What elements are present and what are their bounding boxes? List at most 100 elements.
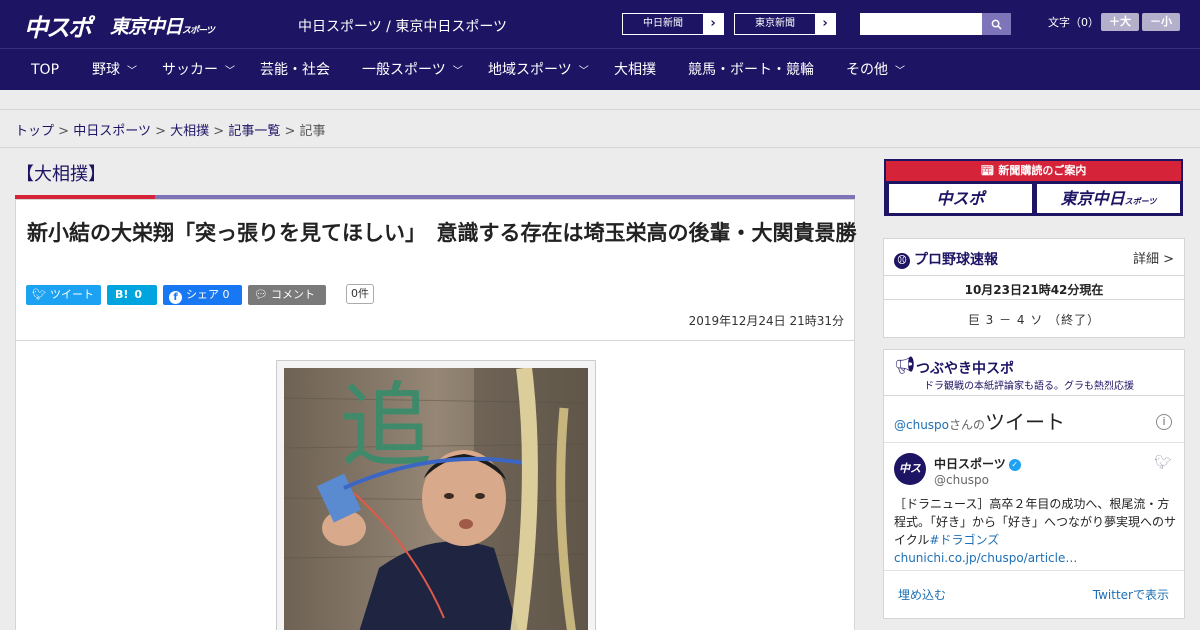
subscribe-tokyo-chunichi-button[interactable]: 東京中日スポーツ: [1037, 184, 1180, 213]
chuspo-logo[interactable]: 中スポ: [24, 8, 92, 43]
chevron-down-icon: ﹀: [225, 66, 235, 77]
nav-item-entertainment[interactable]: 芸能・社会: [260, 49, 330, 91]
tweet-account-name-text: 中日スポーツ: [934, 457, 1006, 471]
nav-item-label: 競馬・ボート・競輪: [688, 62, 814, 78]
tweets-header-mid: さんの: [949, 418, 986, 432]
divider: [0, 147, 1200, 148]
baseball-icon: ⚾︎: [894, 253, 910, 269]
site-name[interactable]: 中日スポーツ / 東京中日スポーツ: [298, 16, 507, 36]
nav-item-label: TOP: [31, 62, 60, 78]
font-larger-button[interactable]: ＋大: [1101, 13, 1139, 31]
newspaper-icon: 📰︎: [980, 164, 999, 177]
breadcrumb-separator: >: [284, 124, 296, 139]
comment-button[interactable]: 💬︎ コメント: [248, 285, 326, 305]
main-nav: TOP 野球 ﹀ サッカー ﹀ 芸能・社会 一般スポーツ ﹀ 地域スポーツ ﹀ 大相撲 …: [0, 48, 1200, 90]
nav-item-top[interactable]: TOP: [31, 49, 59, 91]
article-headline: 新小結の大栄翔「突っ張りを見てほしい」 意識する存在は埼玉栄高の後輩・大関貴景勝: [27, 221, 857, 245]
tokyo-chunichi-logo-text: 東京中日: [110, 16, 183, 38]
tokyo-chunichi-logo[interactable]: 東京中日スポーツ: [110, 12, 215, 39]
chunichi-shimbun-link[interactable]: 中日新聞 ›: [622, 13, 724, 35]
baseball-panel-title: ⚾︎ プロ野球速報: [894, 249, 998, 269]
tweets-panel-subtitle: ドラ観戦の本紙評論家も語る。グラも熱烈応援: [924, 381, 1134, 392]
subscribe-chuspo-button[interactable]: 中スポ: [889, 184, 1032, 213]
subscription-ad-title: 📰︎ 新聞購読のご案内: [886, 161, 1181, 181]
breadcrumb-sumo[interactable]: 大相撲: [170, 124, 209, 139]
divider: [16, 340, 854, 341]
font-smaller-button[interactable]: －小: [1142, 13, 1180, 31]
breadcrumb-chunichi-sports[interactable]: 中日スポーツ: [73, 124, 151, 139]
chevron-right-icon: ›: [815, 14, 835, 34]
tweet-label: ツイート: [49, 288, 94, 301]
twitter-icon: 🐦︎: [32, 288, 46, 301]
chunichi-shimbun-label: 中日新聞: [643, 18, 683, 29]
tokyo-chunichi-logo-small: スポーツ: [182, 26, 215, 36]
breadcrumb-current: 記事: [299, 124, 326, 139]
nav-item-baseball[interactable]: 野球 ﹀: [92, 49, 137, 91]
nav-item-general-sports[interactable]: 一般スポーツ ﹀: [362, 49, 463, 91]
article-photo[interactable]: 追: [284, 368, 588, 630]
nav-item-label: サッカー: [162, 62, 218, 78]
tweets-header: @chuspoさんのツイート: [894, 406, 1065, 435]
nav-item-label: その他: [846, 62, 888, 78]
article-category: 【大相撲】: [16, 164, 106, 185]
breadcrumb-separator: >: [155, 124, 166, 139]
nav-item-label: 芸能・社会: [260, 62, 330, 78]
breadcrumb-separator: >: [213, 124, 225, 139]
divider: [884, 395, 1184, 396]
nav-item-racing[interactable]: 競馬・ボート・競輪: [688, 49, 814, 91]
nav-item-label: 野球: [92, 62, 120, 78]
hatena-bookmark-button[interactable]: B! 0: [107, 285, 157, 305]
search-icon: [991, 19, 1002, 30]
breadcrumb-separator: >: [58, 124, 70, 139]
breadcrumb: トップ > 中日スポーツ > 大相撲 > 記事一覧 > 記事: [15, 120, 326, 139]
baseball-scores-panel: ⚾︎ プロ野球速報 詳細 > 10月23日21時42分現在 巨 3 － 4 ソ （…: [883, 238, 1185, 338]
baseball-score[interactable]: 巨 3 － 4 ソ （終了）: [884, 311, 1184, 328]
tokyo-shimbun-link[interactable]: 東京新聞 ›: [734, 13, 836, 35]
article-date: 2019年12月24日 21時31分: [688, 314, 844, 328]
tweet-account-handle[interactable]: @chuspo: [934, 473, 989, 487]
subscribe-tokyo-chunichi-small: スポーツ: [1124, 197, 1157, 206]
article-photo-frame: 追: [276, 360, 596, 630]
search-button[interactable]: [982, 13, 1011, 35]
divider: [884, 275, 1184, 276]
subscribe-tokyo-chunichi-label: 東京中日: [1060, 189, 1125, 208]
megaphone-icon: 📢︎: [894, 356, 916, 376]
nav-item-other[interactable]: その他 ﹀: [846, 49, 905, 91]
chevron-down-icon: ﹀: [895, 66, 905, 77]
nav-item-label: 大相撲: [614, 62, 656, 78]
facebook-label: シェア: [186, 288, 219, 301]
nav-item-local-sports[interactable]: 地域スポーツ ﹀: [488, 49, 589, 91]
font-size-label: 文字（0）: [1048, 16, 1099, 29]
baseball-update-time: 10月23日21時42分現在: [964, 283, 1104, 297]
tweets-header-handle[interactable]: @chuspo: [894, 418, 949, 432]
facebook-count: 0: [222, 288, 230, 301]
embed-link[interactable]: 埋め込む: [898, 586, 946, 603]
chevron-right-icon: ›: [703, 14, 723, 34]
avatar[interactable]: 中スポ: [894, 453, 926, 507]
tweets-panel: 📢︎ つぶやき中スポ ドラ観戦の本紙評論家も語る。グラも熱烈応援 @chuspo…: [883, 349, 1185, 619]
view-on-twitter-link[interactable]: Twitterで表示: [1093, 586, 1169, 603]
baseball-detail-link[interactable]: 詳細 >: [1133, 248, 1174, 267]
tweets-panel-title: つぶやき中スポ: [916, 361, 1014, 377]
tokyo-shimbun-label: 東京新聞: [755, 18, 795, 29]
facebook-share-button[interactable]: f シェア 0: [163, 285, 242, 305]
breadcrumb-article-list[interactable]: 記事一覧: [228, 124, 280, 139]
divider: [884, 442, 1184, 443]
twitter-icon[interactable]: 🐦︎: [1154, 455, 1172, 471]
breadcrumb-top[interactable]: トップ: [15, 124, 54, 139]
tweet-account-name[interactable]: 中日スポーツ ✓: [934, 455, 1021, 472]
comment-count: 0件: [346, 284, 374, 304]
search-input[interactable]: [860, 13, 982, 35]
facebook-icon: f: [169, 291, 182, 304]
article-card: 新小結の大栄翔「突っ張りを見てほしい」 意識する存在は埼玉栄高の後輩・大関貴景勝…: [15, 199, 857, 630]
nav-item-soccer[interactable]: サッカー ﹀: [162, 49, 235, 91]
info-icon[interactable]: i: [1156, 414, 1172, 430]
nav-item-sumo[interactable]: 大相撲: [614, 49, 656, 91]
comment-icon: 💬︎: [254, 288, 268, 301]
verified-icon: ✓: [1008, 458, 1021, 471]
chevron-down-icon: ﹀: [452, 66, 463, 77]
divider: [884, 299, 1184, 300]
tweet-button[interactable]: 🐦︎ ツイート: [26, 285, 101, 305]
subscription-ad[interactable]: 📰︎ 新聞購読のご案内 中スポ 東京中日スポーツ: [884, 159, 1183, 216]
hatena-count: 0: [134, 288, 143, 301]
